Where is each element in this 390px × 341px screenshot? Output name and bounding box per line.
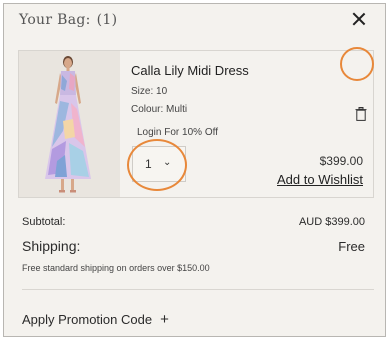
shipping-label: Shipping: <box>22 238 81 254</box>
quantity-value: 1 <box>145 157 152 171</box>
subtotal-value: AUD $399.00 <box>298 216 365 228</box>
product-colour: Colour: Multi <box>131 104 188 115</box>
add-to-wishlist-link[interactable]: Add to Wishlist <box>277 172 363 187</box>
product-image[interactable] <box>19 51 120 197</box>
trash-icon[interactable] <box>355 106 367 121</box>
product-name[interactable]: Calla Lily Midi Dress <box>131 63 249 78</box>
bag-item-count: (1) <box>96 12 118 28</box>
dress-photo-illustration <box>19 51 120 197</box>
shipping-note: Free standard shipping on orders over $1… <box>22 263 210 273</box>
divider <box>22 289 374 290</box>
quantity-select[interactable]: 1 ⌄ <box>132 146 186 182</box>
bag-title: Your Bag: (1) <box>19 12 117 28</box>
trash-icon-graphic <box>355 107 367 121</box>
promo-label: Apply Promotion Code <box>22 312 153 327</box>
shopping-bag-panel: Your Bag: (1) Calla Lily Midi Dress Size… <box>3 3 386 337</box>
apply-promotion-code-button[interactable]: Apply Promotion Code + <box>22 311 169 328</box>
product-size: Size: 10 <box>131 86 168 97</box>
cart-item: Calla Lily Midi Dress Size: 10 Colour: M… <box>18 47 374 198</box>
bag-title-text: Your Bag: <box>19 12 91 28</box>
item-price: $399.00 <box>319 154 363 168</box>
shipping-value: Free <box>338 239 365 254</box>
close-icon[interactable] <box>351 11 367 27</box>
plus-icon: + <box>160 311 169 328</box>
login-offer-text[interactable]: Login For 10% Off <box>137 127 218 138</box>
chevron-down-icon: ⌄ <box>163 157 172 168</box>
trash-highlight-circle <box>340 47 374 81</box>
subtotal-label: Subtotal: <box>22 216 66 228</box>
